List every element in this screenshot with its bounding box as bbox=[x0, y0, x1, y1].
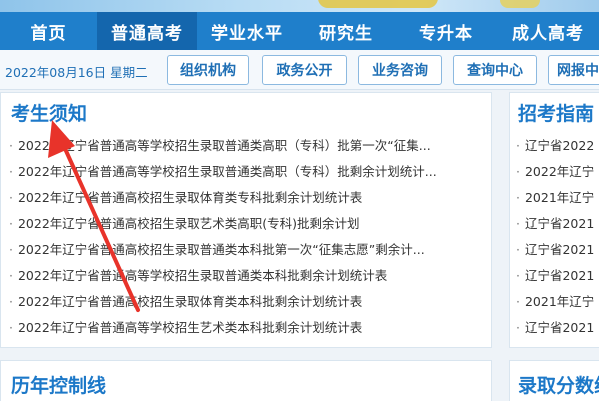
list-item[interactable]: · 辽宁省2021 bbox=[516, 213, 594, 232]
list-item[interactable]: · 2022年辽宁省普通高等学校招生录取普通类高职（专科）批第一次“征集... bbox=[9, 135, 431, 154]
list-item-text: 辽宁省2022 bbox=[524, 138, 595, 153]
bullet-icon: · bbox=[9, 190, 13, 205]
bullet-icon: · bbox=[9, 164, 13, 179]
header-banner bbox=[0, 0, 599, 12]
gov-affairs-button[interactable]: 政务公开 bbox=[262, 55, 347, 85]
history-title[interactable]: 历年控制线 bbox=[11, 371, 106, 398]
bullet-icon: · bbox=[516, 216, 520, 231]
nav-item-home[interactable]: 首页 bbox=[0, 12, 97, 50]
nav-item-xueye[interactable]: 学业水平 bbox=[197, 12, 297, 50]
bullet-icon: · bbox=[516, 164, 520, 179]
nav-item-zhuanshengben[interactable]: 专升本 bbox=[395, 12, 497, 50]
list-item[interactable]: · 辽宁省2022 bbox=[516, 135, 594, 154]
list-item-text: 2022年辽宁省普通高等学校招生录取普通类高职（专科）批剩余计划统计... bbox=[17, 164, 437, 179]
bullet-icon: · bbox=[516, 268, 520, 283]
list-item[interactable]: · 2022年辽宁省普通高校招生录取普通类本科批第一次“征集志愿”剩余计... bbox=[9, 239, 425, 258]
bullet-icon: · bbox=[516, 294, 520, 309]
online-register-button[interactable]: 网报中 bbox=[548, 55, 599, 85]
guide-title[interactable]: 招考指南 bbox=[518, 99, 594, 126]
list-item[interactable]: · 2022年辽宁省普通高等学校招生录取普通类高职（专科）批剩余计划统计... bbox=[9, 161, 437, 180]
list-item[interactable]: · 2022年辽宁省普通高等学校招生艺术类本科批剩余计划统计表 bbox=[9, 317, 362, 336]
list-item[interactable]: · 2022年辽宁省普通高等学校招生录取普通类本科批剩余计划统计表 bbox=[9, 265, 387, 284]
list-item-text: 2022年辽宁省普通高校招生录取艺术类高职(专科)批剩余计划 bbox=[17, 216, 360, 231]
list-item-text: 辽宁省2021 bbox=[524, 216, 595, 231]
list-item[interactable]: · 2021年辽宁 bbox=[516, 187, 594, 206]
list-item-text: 辽宁省2021 bbox=[524, 320, 595, 335]
list-item-text: 2022年辽宁省普通高校招生录取普通类本科批第一次“征集志愿”剩余计... bbox=[17, 242, 425, 257]
bullet-icon: · bbox=[9, 138, 13, 153]
list-item-text: 2021年辽宁 bbox=[524, 294, 595, 309]
bullet-icon: · bbox=[516, 320, 520, 335]
list-item-text: 2021年辽宁 bbox=[524, 190, 595, 205]
consult-button[interactable]: 业务咨询 bbox=[358, 55, 442, 85]
current-date: 2022年08月16日 星期二 bbox=[5, 65, 148, 80]
main-nav: 首页 普通高考 学业水平 研究生 专升本 成人高考 bbox=[0, 12, 599, 50]
org-button[interactable]: 组织机构 bbox=[167, 55, 249, 85]
scores-panel: 录取分数线 bbox=[509, 360, 599, 401]
list-item-text: 2022年辽宁省普通高等学校招生艺术类本科批剩余计划统计表 bbox=[17, 320, 363, 335]
notice-panel: 考生须知 · 2022年辽宁省普通高等学校招生录取普通类高职（专科）批第一次“征集… bbox=[0, 92, 492, 348]
list-item-text: 辽宁省2021 bbox=[524, 268, 595, 283]
list-item[interactable]: · 辽宁省2021 bbox=[516, 317, 594, 336]
list-item[interactable]: · 2022年辽宁省普通高校招生录取艺术类高职(专科)批剩余计划 bbox=[9, 213, 360, 232]
bullet-icon: · bbox=[9, 242, 13, 257]
list-item-text: 2022年辽宁省普通高校招生录取体育类本科批剩余计划统计表 bbox=[17, 294, 363, 309]
bullet-icon: · bbox=[516, 138, 520, 153]
list-item-text: 2022年辽宁省普通高等学校招生录取普通类高职（专科）批第一次“征集... bbox=[17, 138, 431, 153]
bullet-icon: · bbox=[516, 190, 520, 205]
bullet-icon: · bbox=[9, 320, 13, 335]
list-item[interactable]: · 辽宁省2021 bbox=[516, 239, 594, 258]
list-item[interactable]: · 2021年辽宁 bbox=[516, 291, 594, 310]
list-item-text: 2022年辽宁省普通高等学校招生录取普通类本科批剩余计划统计表 bbox=[17, 268, 388, 283]
list-item[interactable]: · 2022年辽宁省普通高校招生录取体育类本科批剩余计划统计表 bbox=[9, 291, 362, 310]
banner-title-graphic bbox=[318, 0, 438, 8]
list-item[interactable]: · 2022年辽宁 bbox=[516, 161, 594, 180]
sub-toolbar: 2022年08月16日 星期二 组织机构 政务公开 业务咨询 查询中心 网报中 bbox=[0, 50, 599, 90]
history-panel: 历年控制线 bbox=[0, 360, 492, 401]
bullet-icon: · bbox=[9, 216, 13, 231]
notice-title[interactable]: 考生须知 bbox=[11, 99, 87, 126]
guide-panel: 招考指南 · 辽宁省2022 · 2022年辽宁 · 2021年辽宁 · 辽宁省2021… bbox=[509, 92, 599, 348]
banner-title-graphic-2 bbox=[500, 0, 540, 8]
list-item-text: 2022年辽宁 bbox=[524, 164, 595, 179]
bullet-icon: · bbox=[9, 268, 13, 283]
list-item[interactable]: · 2022年辽宁省普通高校招生录取体育类专科批剩余计划统计表 bbox=[9, 187, 362, 206]
nav-item-adult[interactable]: 成人高考 bbox=[497, 12, 599, 50]
bullet-icon: · bbox=[516, 242, 520, 257]
bullet-icon: · bbox=[9, 294, 13, 309]
nav-item-graduate[interactable]: 研究生 bbox=[297, 12, 395, 50]
list-item-text: 辽宁省2021 bbox=[524, 242, 595, 257]
scores-title[interactable]: 录取分数线 bbox=[518, 371, 599, 398]
nav-item-gaokao[interactable]: 普通高考 bbox=[97, 12, 197, 50]
list-item[interactable]: · 辽宁省2021 bbox=[516, 265, 594, 284]
query-center-button[interactable]: 查询中心 bbox=[453, 55, 537, 85]
list-item-text: 2022年辽宁省普通高校招生录取体育类专科批剩余计划统计表 bbox=[17, 190, 363, 205]
